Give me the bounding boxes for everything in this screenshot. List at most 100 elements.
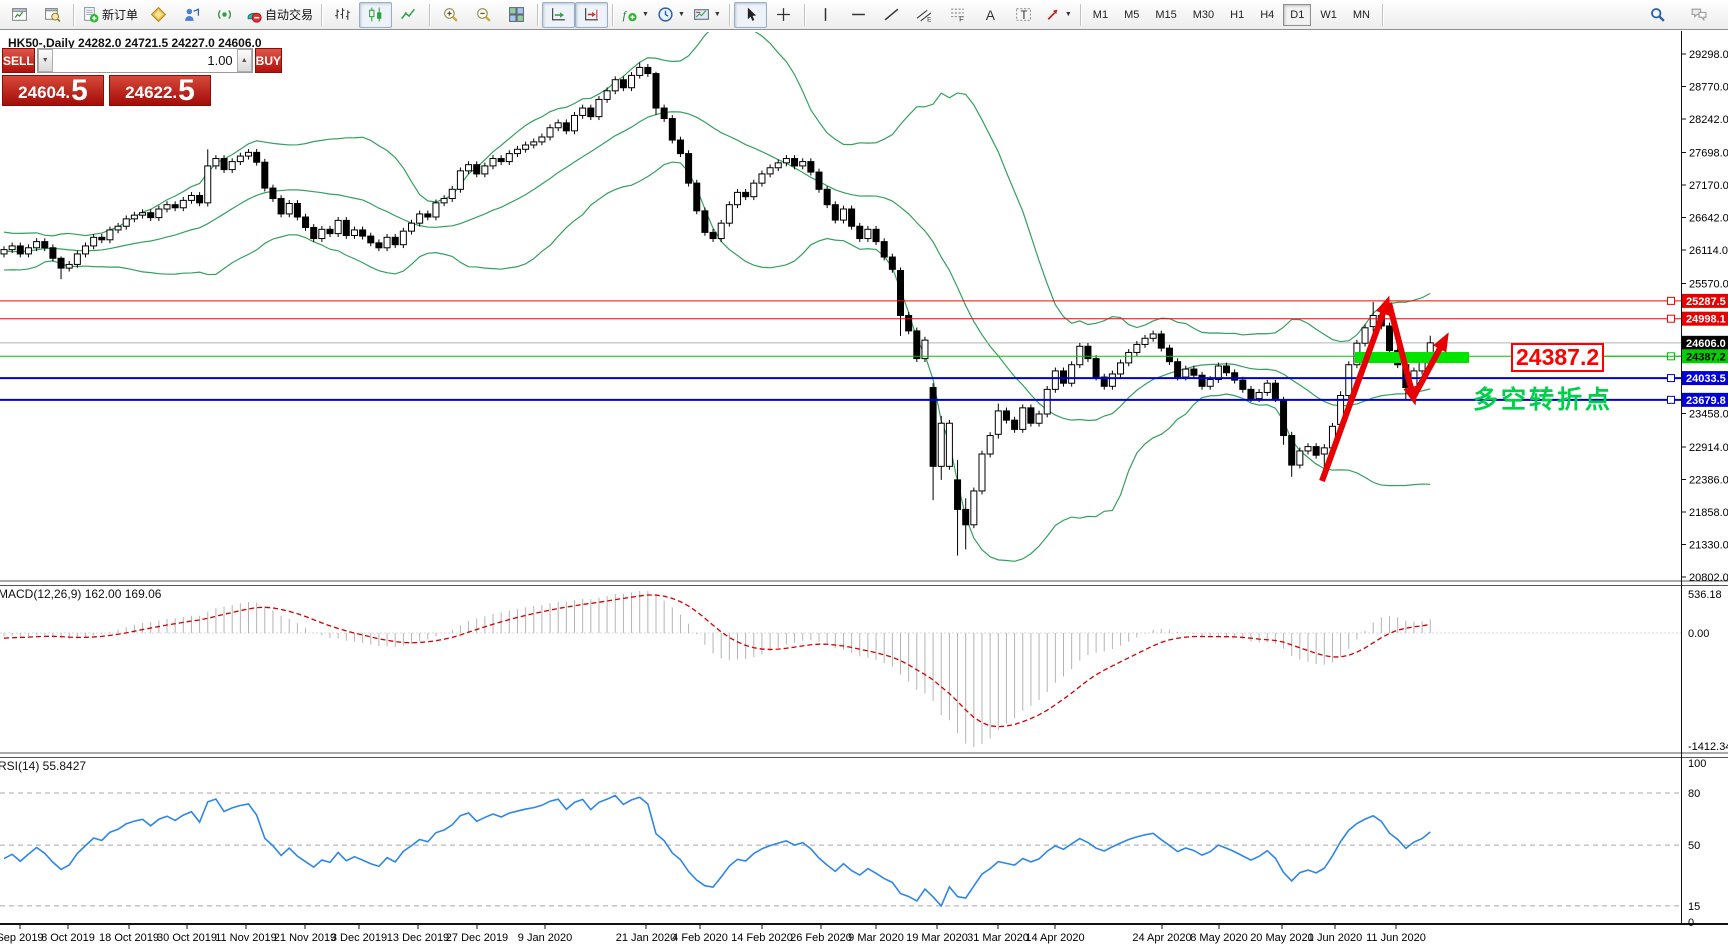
toolbar-separator <box>429 4 430 26</box>
bid-price-line-tag: 24606.0 <box>1682 336 1728 350</box>
bollinger-bands <box>4 23 1430 561</box>
timeframe-m15[interactable]: M15 <box>1148 4 1183 26</box>
autotrading-button[interactable]: 自动交易 <box>241 2 317 28</box>
svg-text:15: 15 <box>1688 901 1700 913</box>
timeframe-m30[interactable]: M30 <box>1186 4 1221 26</box>
buy-button[interactable]: BUY <box>255 48 282 73</box>
buy-price-button[interactable]: 24622. 5 <box>109 75 211 106</box>
timeframe-m5[interactable]: M5 <box>1117 4 1146 26</box>
new-order-icon <box>82 6 99 23</box>
timeframe-h1[interactable]: H1 <box>1223 4 1251 26</box>
timeframe-m1[interactable]: M1 <box>1086 4 1115 26</box>
crosshair-button[interactable] <box>767 2 800 28</box>
chart-canvas[interactable]: 29298.028770.028242.027698.027170.026642… <box>0 0 1728 950</box>
equidistant-channel-button[interactable]: E <box>908 2 941 28</box>
buy-price-big-digit: 5 <box>178 77 195 104</box>
svg-text:21858.0: 21858.0 <box>1689 507 1728 519</box>
svg-text:21 Jan 2020: 21 Jan 2020 <box>616 932 677 944</box>
resistance-line-2-tag: 24998.1 <box>1682 312 1728 326</box>
svg-text:Sep 2019: Sep 2019 <box>0 932 44 944</box>
volume-up-button[interactable]: ▲ <box>237 49 252 72</box>
support-line-1-tag: 24033.5 <box>1682 371 1728 385</box>
support-line-1-handle[interactable] <box>1668 375 1675 382</box>
svg-text:20802.0: 20802.0 <box>1689 572 1728 584</box>
svg-text:80: 80 <box>1688 788 1700 800</box>
svg-text:11 Jun 2020: 11 Jun 2020 <box>1366 932 1426 944</box>
turning-point-label: 多空转折点 <box>1473 380 1613 416</box>
arrows-button[interactable]: ▼ <box>1040 2 1076 28</box>
timeframe-mn[interactable]: MN <box>1346 4 1377 26</box>
timeframe-h4[interactable]: H4 <box>1253 4 1281 26</box>
new-order-button[interactable]: 新订单 <box>78 2 142 28</box>
line-chart-button[interactable] <box>392 2 425 28</box>
svg-text:A: A <box>986 7 996 23</box>
svg-text:28242.0: 28242.0 <box>1689 114 1728 126</box>
zoom-out-button[interactable] <box>467 2 500 28</box>
volume-input[interactable] <box>53 49 237 72</box>
resistance-line-2-handle[interactable] <box>1668 315 1675 322</box>
chart-shift-icon <box>583 6 600 23</box>
templates-button[interactable]: ▼ <box>689 2 725 28</box>
candlesticks <box>1 62 1433 555</box>
new-chart-button[interactable] <box>3 2 36 28</box>
equidistant-channel-icon: E <box>916 6 933 23</box>
autotrading-label: 自动交易 <box>265 6 313 23</box>
candlestick-button[interactable] <box>359 2 392 28</box>
svg-text:E: E <box>927 16 931 23</box>
alerts-button[interactable] <box>208 2 241 28</box>
text-label-button[interactable]: T <box>1007 2 1040 28</box>
timeframe-w1[interactable]: W1 <box>1313 4 1344 26</box>
indicators-button[interactable]: f▼ <box>617 2 653 28</box>
horizontal-line-icon <box>850 6 867 23</box>
horizontal-line-button[interactable] <box>842 2 875 28</box>
chevron-down-icon: ▼ <box>714 11 721 18</box>
chevron-down-icon: ▼ <box>678 11 685 18</box>
svg-text:24606.0: 24606.0 <box>1686 338 1726 350</box>
svg-text:14 Apr 2020: 14 Apr 2020 <box>1025 932 1084 944</box>
svg-text:19 Mar 2020: 19 Mar 2020 <box>906 932 968 944</box>
arrows-icon <box>1044 6 1061 23</box>
svg-text:26 Feb 2020: 26 Feb 2020 <box>790 932 852 944</box>
text-button[interactable]: A <box>974 2 1007 28</box>
bar-chart-button[interactable] <box>326 2 359 28</box>
trend-arrows[interactable] <box>1322 296 1449 481</box>
svg-text:14 Feb 2020: 14 Feb 2020 <box>731 932 793 944</box>
chart-profiles-button[interactable] <box>36 2 69 28</box>
auto-scroll-button[interactable] <box>542 2 575 28</box>
svg-text:22914.0: 22914.0 <box>1689 442 1728 454</box>
metaeditor-button[interactable] <box>142 2 175 28</box>
svg-text:24387.2: 24387.2 <box>1686 351 1726 363</box>
candlestick-icon <box>367 6 384 23</box>
sell-price-button[interactable]: 24604. 5 <box>2 75 104 106</box>
svg-text:24998.1: 24998.1 <box>1686 314 1726 326</box>
chat-button[interactable] <box>1682 2 1715 28</box>
svg-text:F: F <box>959 14 964 23</box>
tile-windows-button[interactable] <box>500 2 533 28</box>
svg-text:23679.8: 23679.8 <box>1686 395 1726 407</box>
indicator-scales: 536.180.00-1412.341008050150 <box>1688 589 1728 929</box>
zoom-in-button[interactable] <box>434 2 467 28</box>
vertical-line-button[interactable] <box>809 2 842 28</box>
volume-stepper: ▼ ▲ <box>37 48 253 73</box>
price-callout[interactable]: 24387.2 <box>1511 343 1604 372</box>
rsi-label: RSI(14) 55.8427 <box>0 759 86 773</box>
tile-windows-icon <box>508 6 525 23</box>
svg-text:25287.5: 25287.5 <box>1686 296 1726 308</box>
terminal-button[interactable] <box>175 2 208 28</box>
periods-button[interactable]: ▼ <box>653 2 689 28</box>
resistance-line-1-handle[interactable] <box>1668 297 1675 304</box>
timeframe-d1[interactable]: D1 <box>1283 4 1311 26</box>
trendline-button[interactable] <box>875 2 908 28</box>
search-button[interactable] <box>1641 2 1674 28</box>
cursor-button[interactable] <box>734 2 767 28</box>
volume-down-button[interactable]: ▼ <box>38 49 53 72</box>
buy-price: 24622. <box>125 82 177 104</box>
toolbar-separator <box>729 4 730 26</box>
text-icon: A <box>982 6 999 23</box>
sell-price-big-digit: 5 <box>71 77 88 104</box>
support-line-2-handle[interactable] <box>1668 396 1675 403</box>
highlight-zone[interactable] <box>1355 352 1469 363</box>
sell-button[interactable]: SELL <box>2 48 35 73</box>
fibonacci-button[interactable]: F <box>941 2 974 28</box>
chart-shift-button[interactable] <box>575 2 608 28</box>
